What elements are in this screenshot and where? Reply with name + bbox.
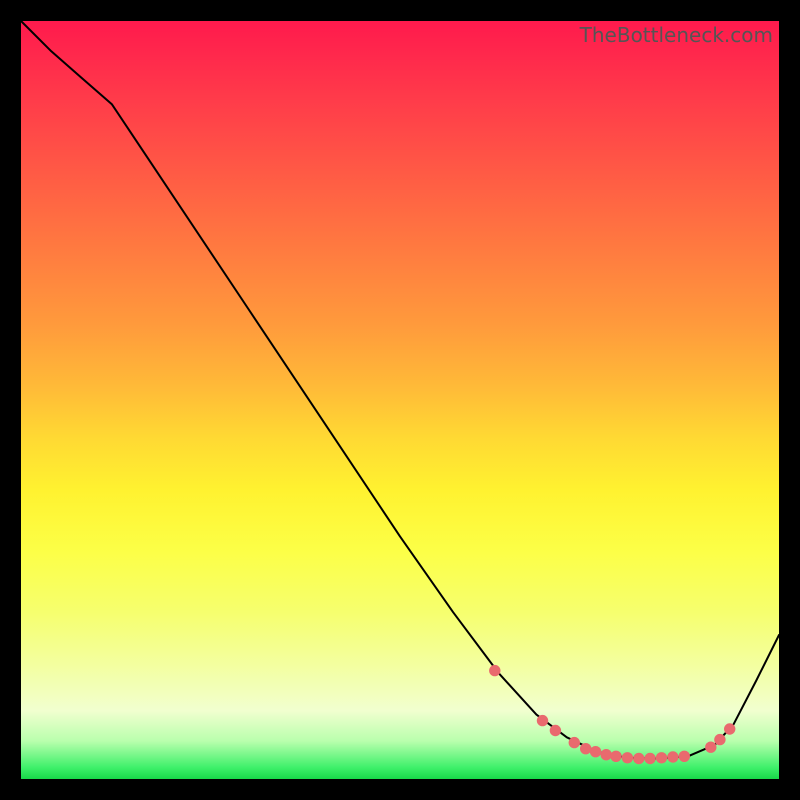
data-point (714, 734, 725, 745)
data-point (724, 723, 735, 734)
data-point (569, 737, 580, 748)
data-point (656, 752, 667, 763)
data-point (580, 743, 591, 754)
data-point (667, 751, 678, 762)
data-point (610, 751, 621, 762)
data-point (590, 746, 601, 757)
data-point (644, 753, 655, 764)
data-point (601, 749, 612, 760)
chart-frame: TheBottleneck.com (0, 0, 800, 800)
plot-area: TheBottleneck.com (21, 21, 779, 779)
curve-path (21, 21, 779, 759)
data-point (622, 752, 633, 763)
data-point (633, 753, 644, 764)
data-point (537, 715, 548, 726)
data-point (705, 742, 716, 753)
data-point (679, 751, 690, 762)
bottleneck-curve (21, 21, 779, 779)
data-point (489, 665, 500, 676)
data-point (550, 725, 561, 736)
